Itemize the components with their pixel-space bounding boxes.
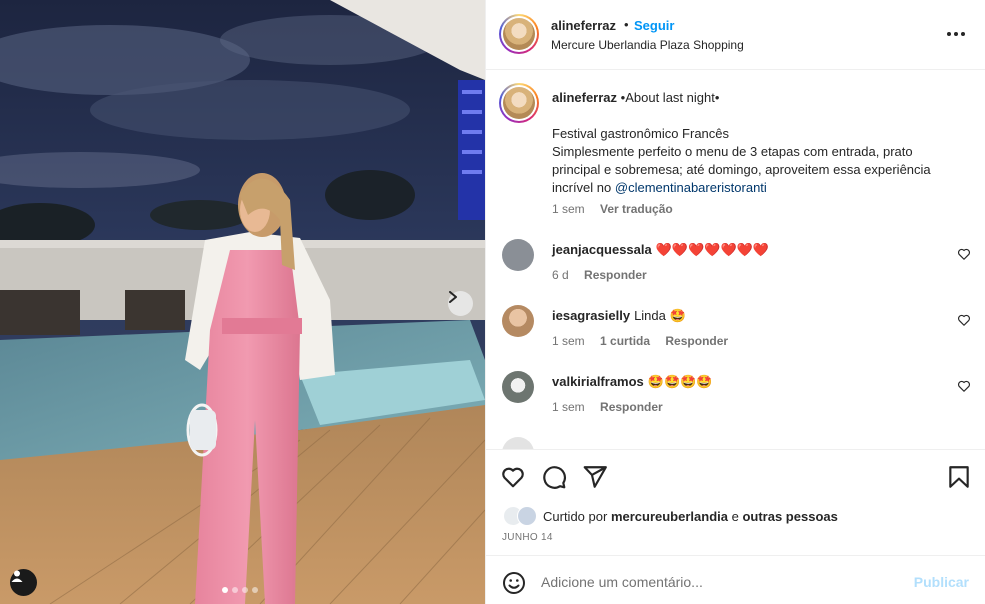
heart-icon[interactable]: [957, 379, 971, 393]
comment-time[interactable]: 1 sem: [552, 400, 585, 414]
comment-input[interactable]: [541, 571, 901, 593]
post-date[interactable]: JUNHO 14: [502, 532, 553, 543]
comment-avatar[interactable]: [502, 371, 534, 403]
carousel-indicator: [222, 587, 258, 593]
caption-avatar[interactable]: [499, 83, 539, 123]
comment-time[interactable]: 6 d: [552, 268, 569, 282]
chevron-right-icon: [449, 291, 457, 303]
reply-button[interactable]: Responder: [665, 334, 728, 348]
location-link[interactable]: Mercure Uberlandia Plaza Shopping: [551, 38, 744, 52]
liked-avatar: [517, 506, 537, 526]
publish-button[interactable]: Publicar: [914, 574, 969, 590]
send-icon[interactable]: [582, 464, 608, 490]
comment-item: jeanjacquessala ❤️❤️❤️❤️❤️❤️❤️ 6 d Respon…: [486, 239, 985, 299]
caption-title: •About last night•: [620, 90, 720, 105]
post-actions: Curtido por mercureuberlandia e outras p…: [486, 449, 985, 555]
caption-time[interactable]: 1 sem: [552, 202, 585, 216]
add-comment-bar: Publicar: [486, 555, 985, 604]
comment-meta: 1 sem Responder: [552, 400, 675, 414]
liked-by-and: e: [731, 508, 739, 524]
heart-icon[interactable]: [957, 313, 971, 327]
more-horizontal-icon: [947, 32, 951, 36]
post-photo[interactable]: [0, 0, 485, 604]
liked-by-prefix: Curtido por: [543, 508, 608, 524]
carousel-dot: [252, 587, 258, 593]
comment-avatar[interactable]: [502, 239, 534, 271]
comment-text: valkirialframos 🤩🤩🤩🤩: [552, 374, 713, 390]
comment-text: jeanjacquessala ❤️❤️❤️❤️❤️❤️❤️: [552, 242, 769, 258]
more-options-button[interactable]: [945, 24, 967, 44]
liked-by-avatars: [503, 506, 537, 526]
post-header: alineferraz • Seguir Mercure Uberlandia …: [486, 0, 985, 70]
comment-body: Linda 🤩: [634, 308, 686, 323]
header-separator: •: [624, 17, 629, 32]
follow-button[interactable]: Seguir: [634, 18, 674, 33]
liked-by-user[interactable]: mercureuberlandia: [611, 509, 728, 524]
caption-mention[interactable]: @clementinabareristoranti: [615, 180, 767, 195]
heart-icon[interactable]: [500, 464, 526, 490]
comment-body: ❤️❤️❤️❤️❤️❤️❤️: [655, 242, 770, 257]
caption-text: alineferraz •About last night• Festival …: [552, 89, 962, 197]
caption-meta: 1 sem Ver tradução: [552, 202, 685, 216]
comment-text: iesagrasielly Linda 🤩: [552, 308, 686, 324]
comment-item: valkirialframos 🤩🤩🤩🤩 1 sem Responder: [486, 371, 985, 431]
caption-line-1: Festival gastronômico Francês: [552, 126, 730, 141]
comment-body: 🤩🤩🤩🤩: [647, 374, 713, 389]
comment-time[interactable]: 1 sem: [552, 334, 585, 348]
bookmark-icon[interactable]: [946, 464, 972, 490]
comment-meta: 6 d Responder: [552, 268, 659, 282]
post-details-panel: alineferraz • Seguir Mercure Uberlandia …: [485, 0, 985, 604]
reply-button[interactable]: Responder: [584, 268, 647, 282]
liked-by-others[interactable]: outras pessoas: [742, 509, 837, 524]
comment-icon[interactable]: [541, 464, 567, 490]
carousel-next-button[interactable]: [448, 291, 473, 316]
comment-meta: 1 sem 1 curtida Responder: [552, 334, 740, 348]
carousel-dot: [232, 587, 238, 593]
comment-username[interactable]: iesagrasielly: [552, 308, 630, 323]
reply-button[interactable]: Responder: [600, 400, 663, 414]
comment-item: iesagrasielly Linda 🤩 1 sem 1 curtida Res…: [486, 305, 985, 365]
comment-avatar[interactable]: [502, 305, 534, 337]
user-tag-icon: [11, 570, 23, 582]
carousel-dot: [222, 587, 228, 593]
comment-item-partial: [486, 437, 985, 449]
liked-by: Curtido por mercureuberlandia e outras p…: [503, 506, 838, 526]
translate-button[interactable]: Ver tradução: [600, 202, 673, 216]
author-username[interactable]: alineferraz: [551, 18, 616, 33]
comment-avatar[interactable]: [502, 437, 534, 449]
comment-username[interactable]: jeanjacquessala: [552, 242, 652, 257]
comments-list[interactable]: alineferraz •About last night• Festival …: [486, 71, 985, 449]
heart-icon[interactable]: [957, 247, 971, 261]
caption-username[interactable]: alineferraz: [552, 90, 617, 105]
carousel-dot: [242, 587, 248, 593]
comment-username[interactable]: valkirialframos: [552, 374, 644, 389]
post-image: [0, 0, 485, 604]
smiley-icon[interactable]: [502, 571, 526, 595]
author-avatar[interactable]: [499, 14, 539, 54]
comment-likes[interactable]: 1 curtida: [600, 334, 650, 348]
user-tag-button[interactable]: [10, 569, 37, 596]
